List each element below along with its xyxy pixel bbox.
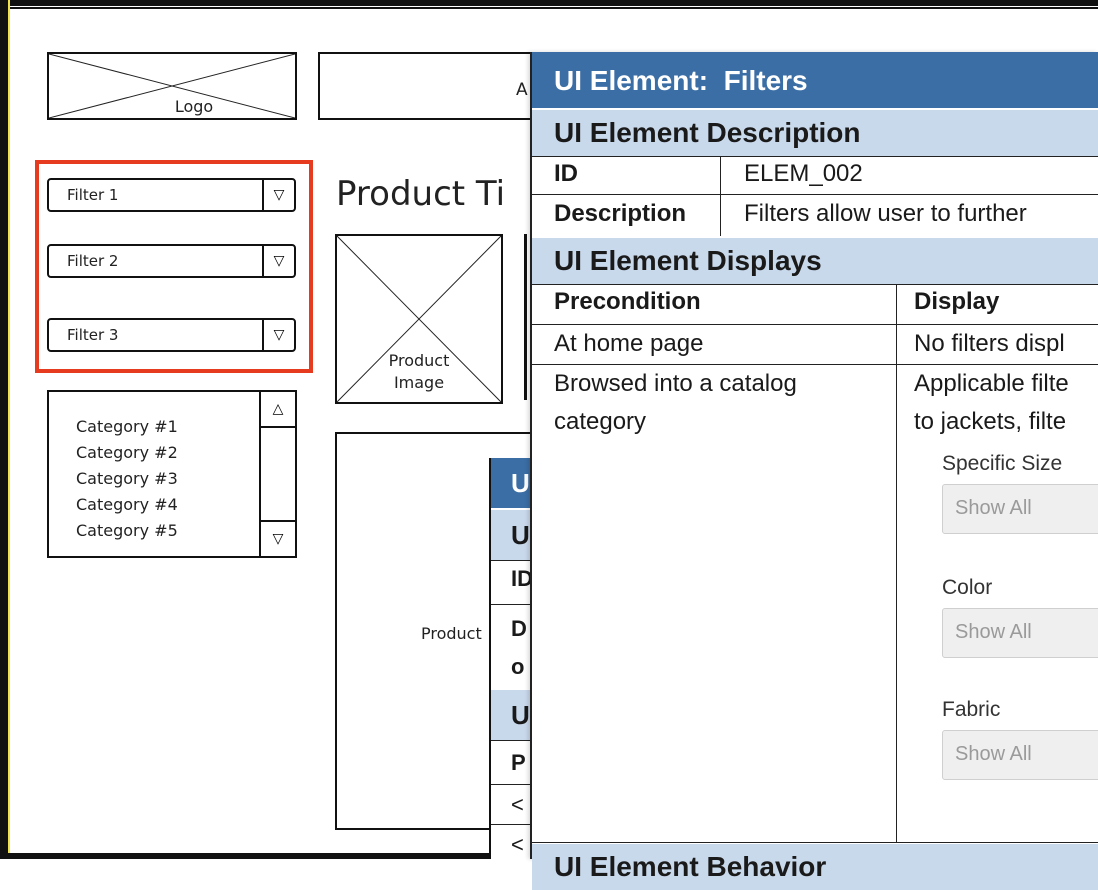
- list-item[interactable]: Category #5: [76, 518, 178, 544]
- behavior-header: UI Element Behavior: [532, 844, 1098, 890]
- row-2-display-line-2: to jackets, filte: [914, 408, 1067, 435]
- logo-placeholder: Logo: [47, 52, 297, 120]
- row-1-display: No filters displ: [914, 330, 1065, 357]
- row-1-precondition: At home page: [554, 330, 704, 357]
- grid-line: [720, 156, 721, 236]
- description-header: UI Element Description: [532, 110, 1098, 156]
- list-item[interactable]: Category #2: [76, 440, 178, 466]
- specific-size-value: Show All: [955, 497, 1032, 519]
- scrollbar[interactable]: △ ▽: [259, 392, 295, 556]
- specific-size-select[interactable]: Show All: [942, 484, 1098, 534]
- category-list[interactable]: Category #1 Category #2 Category #3 Cate…: [47, 390, 297, 558]
- bg-table-cell: <: [511, 792, 524, 817]
- row-2-precondition-line-2: category: [554, 408, 647, 435]
- product-image-label-line-2: Image: [393, 373, 445, 392]
- filter-1-label: Filter 1: [67, 186, 119, 204]
- fabric-select[interactable]: Show All: [942, 730, 1098, 780]
- grid-line: [896, 284, 897, 842]
- column-header-precondition: Precondition: [554, 288, 701, 315]
- filter-3-label: Filter 3: [67, 326, 119, 344]
- filter-2-label: Filter 2: [67, 252, 119, 270]
- color-label: Color: [942, 576, 993, 599]
- list-item[interactable]: Category #3: [76, 466, 178, 492]
- bg-table-cell: P: [511, 750, 526, 775]
- divider: [524, 234, 527, 400]
- product-description-label: Product: [421, 624, 482, 643]
- product-image-label-line-1: Product: [388, 351, 450, 370]
- id-value: ELEM_002: [744, 160, 863, 187]
- chevron-down-icon[interactable]: ▽: [262, 180, 294, 210]
- spec-overlay: UI Element: Filters UI Element Descripti…: [530, 52, 1098, 890]
- frame-left-accent: [8, 0, 10, 859]
- fabric-value: Show All: [955, 743, 1032, 765]
- grid-line: [532, 284, 1098, 285]
- frame-left-border: [0, 0, 8, 859]
- spec-title: UI Element: Filters: [532, 52, 1098, 108]
- product-title: Product Ti: [336, 174, 506, 214]
- scroll-up-icon[interactable]: △: [261, 392, 295, 428]
- grid-line: [532, 194, 1098, 195]
- product-image-label: Product Image: [337, 350, 501, 394]
- product-image-placeholder: Product Image: [335, 234, 503, 404]
- chevron-down-icon[interactable]: ▽: [262, 320, 294, 350]
- logo-label: Logo: [174, 97, 214, 116]
- header-text: A: [516, 80, 528, 100]
- row-2-precondition-line-1: Browsed into a catalog: [554, 370, 797, 397]
- scroll-down-icon[interactable]: ▽: [261, 520, 295, 556]
- list-item[interactable]: Category #4: [76, 492, 178, 518]
- color-select[interactable]: Show All: [942, 608, 1098, 658]
- chevron-down-icon[interactable]: ▽: [262, 246, 294, 276]
- grid-line: [532, 324, 1098, 325]
- displays-header: UI Element Displays: [532, 238, 1098, 284]
- filter-1-dropdown[interactable]: Filter 1 ▽: [47, 178, 296, 212]
- description-label: Description: [554, 200, 687, 227]
- column-header-display: Display: [914, 288, 1000, 315]
- frame-top-border-inner: [0, 7, 1098, 9]
- category-items: Category #1 Category #2 Category #3 Cate…: [76, 414, 178, 544]
- list-item[interactable]: Category #1: [76, 414, 178, 440]
- grid-line: [532, 156, 1098, 157]
- color-value: Show All: [955, 621, 1032, 643]
- header-placeholder: A: [318, 52, 548, 120]
- bg-table-cell: D: [511, 616, 527, 641]
- id-label: ID: [554, 160, 578, 187]
- bg-table-cell: <: [511, 832, 524, 857]
- frame-top-border: [0, 0, 1098, 6]
- bg-table-cell: o: [511, 654, 525, 679]
- filter-2-dropdown[interactable]: Filter 2 ▽: [47, 244, 296, 278]
- specific-size-label: Specific Size: [942, 452, 1063, 475]
- description-value: Filters allow user to further: [744, 200, 1027, 227]
- grid-line: [532, 364, 1098, 365]
- row-2-display-line-1: Applicable filte: [914, 370, 1069, 397]
- filter-3-dropdown[interactable]: Filter 3 ▽: [47, 318, 296, 352]
- grid-line: [532, 842, 1098, 843]
- fabric-label: Fabric: [942, 698, 1001, 721]
